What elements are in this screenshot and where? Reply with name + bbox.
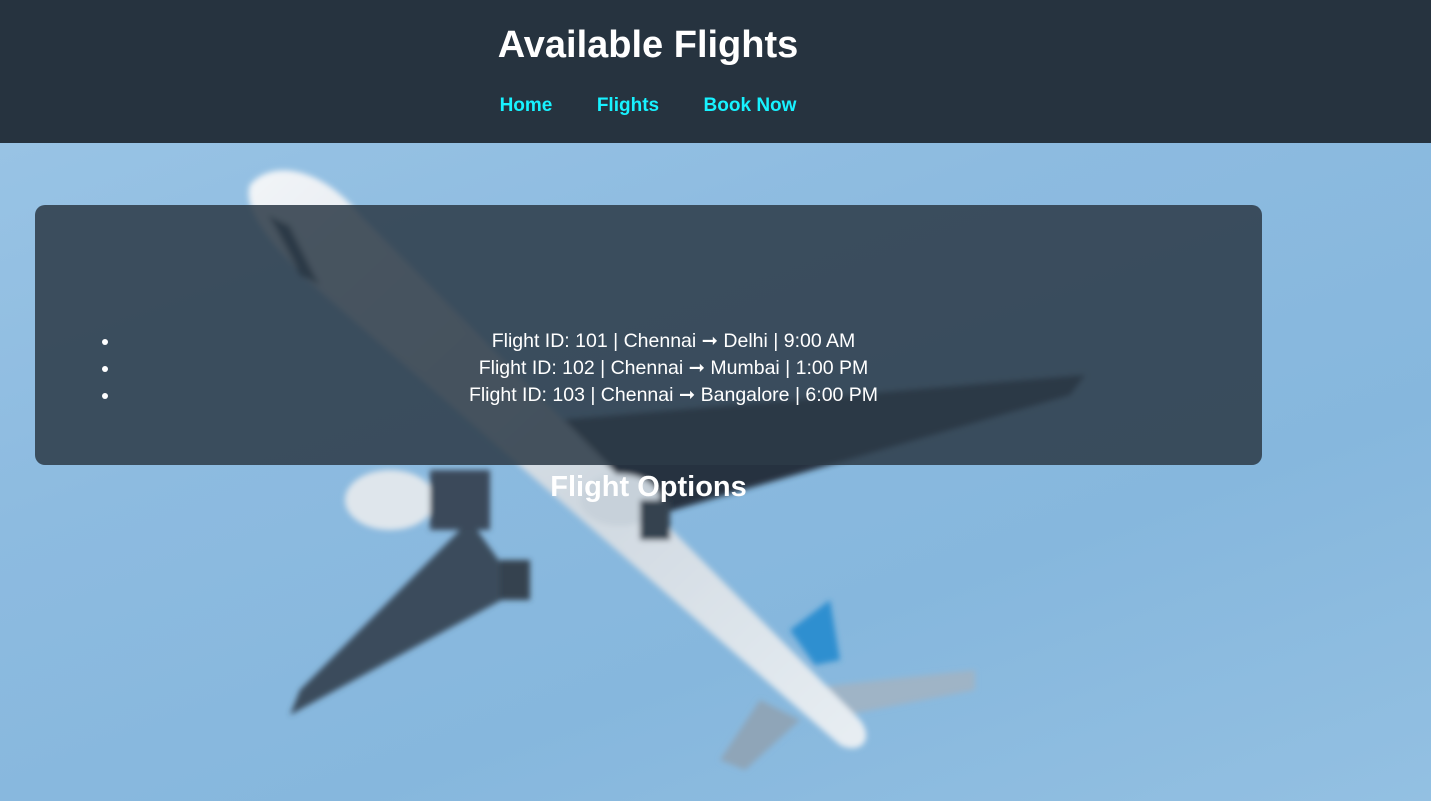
flight-info-text: Flight ID: 102 | Chennai ➞ Mumbai | 1:00… [478, 357, 869, 379]
bullet-icon [102, 393, 108, 399]
flight-info-text: Flight ID: 101 | Chennai ➞ Delhi | 9:00 … [491, 330, 856, 352]
flight-list: Flight ID: 101 | Chennai ➞ Delhi | 9:00 … [35, 328, 1262, 409]
nav-link-home[interactable]: Home [500, 93, 553, 119]
flight-info-text: Flight ID: 103 | Chennai ➞ Bangalore | 6… [468, 384, 879, 406]
flight-options-panel: Flight Options Flight ID: 101 | Chennai … [35, 205, 1262, 503]
bullet-icon [102, 339, 108, 345]
main-nav: Home Flights Book Now [0, 93, 1296, 119]
page-title: Available Flights [497, 24, 799, 66]
flight-list-item: Flight ID: 102 | Chennai ➞ Mumbai | 1:00… [35, 355, 1262, 382]
flight-list-item: Flight ID: 103 | Chennai ➞ Bangalore | 6… [35, 382, 1262, 409]
site-header: Available Flights Home Flights Book Now [0, 0, 1431, 143]
bullet-icon [102, 366, 108, 372]
panel-title: Flight Options [550, 471, 747, 503]
nav-link-flights[interactable]: Flights [597, 93, 659, 119]
nav-link-book-now[interactable]: Book Now [704, 93, 797, 119]
flight-list-item: Flight ID: 101 | Chennai ➞ Delhi | 9:00 … [35, 328, 1262, 355]
